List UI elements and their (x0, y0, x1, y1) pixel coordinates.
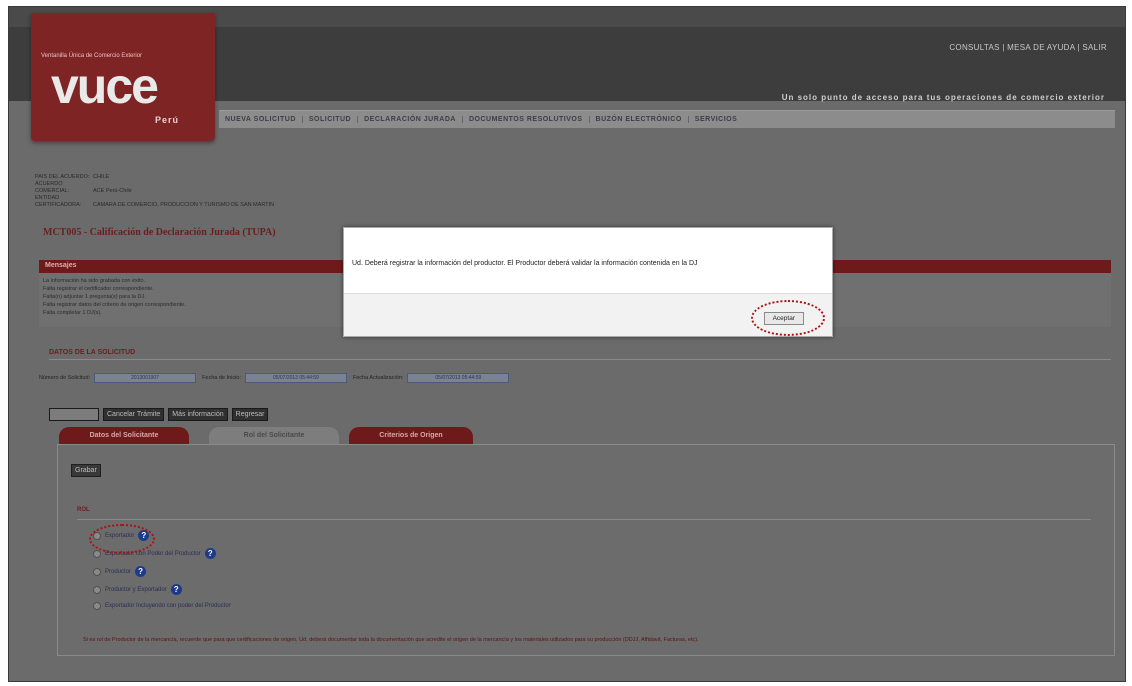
modal-overlay (9, 7, 1125, 681)
highlight-circle (89, 524, 155, 554)
highlight-circle (751, 300, 825, 336)
dialog-message: Ud. Deberá registrar la información del … (352, 260, 698, 267)
browser-frame: CONSULTAS | MESA DE AYUDA | SALIR Un sol… (8, 6, 1126, 682)
